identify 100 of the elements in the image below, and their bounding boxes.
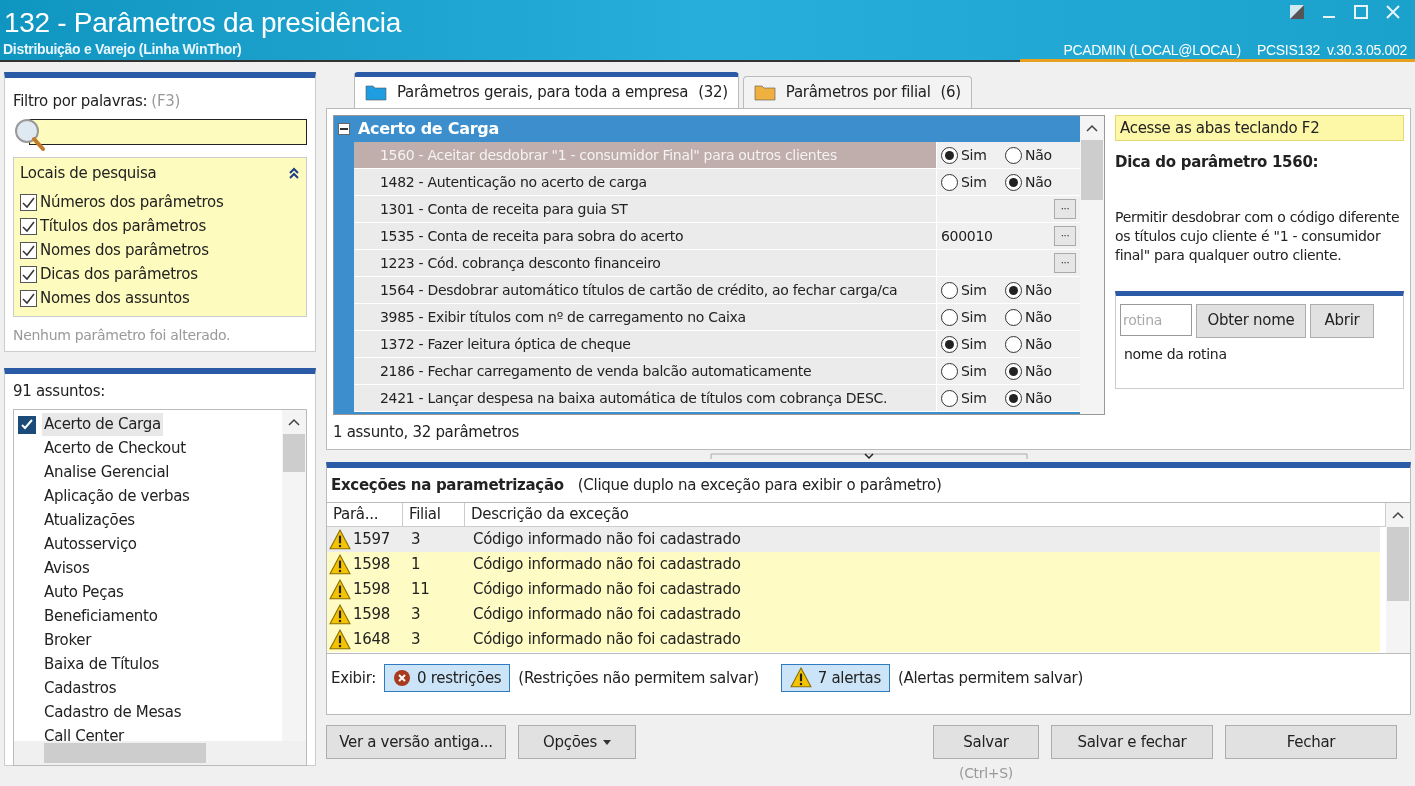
radio-label: Sim: [961, 307, 987, 327]
save-button[interactable]: Salvar: [933, 725, 1039, 759]
lookup-button[interactable]: ···: [1054, 226, 1076, 246]
exception-row[interactable]: 1597 3 Código informado não foi cadastrado: [327, 527, 1380, 552]
radio-button[interactable]: [1005, 362, 1022, 380]
search-field[interactable]: [29, 118, 307, 145]
parameter-row[interactable]: 1560 - Aceitar desdobrar "1 - consumidor Final" para outros clientes Sim Não: [354, 142, 1080, 169]
table-cell-text: 11: [410, 579, 431, 601]
routine-name: nome da rotina: [1123, 344, 1228, 364]
radio-button[interactable]: [941, 173, 958, 191]
radio-button[interactable]: [941, 362, 958, 380]
subject-row[interactable]: Avisos: [18, 556, 94, 581]
subject-row[interactable]: Analise Gerencial: [18, 460, 174, 485]
parameter-row[interactable]: 1564 - Desdobrar automático títulos de cartão de crédito, ao fechar carga/ca Sim Não: [354, 277, 1080, 304]
subject-row[interactable]: Cadastros: [18, 676, 121, 701]
alerts-toggle[interactable]: 7 alertas: [780, 664, 890, 692]
folder-icon: [365, 84, 387, 101]
tab[interactable]: Parâmetros gerais, para toda a empresa (32): [354, 72, 739, 108]
radio-button[interactable]: [941, 335, 958, 353]
exceptions-title: Exceções na parametrização: [331, 474, 564, 496]
parameter-row[interactable]: 1223 - Cód. cobrança desconto financeiro ···: [354, 250, 1080, 277]
exception-row[interactable]: 1598 11 Código informado não foi cadastrado: [327, 577, 1380, 602]
exception-row[interactable]: 1648 3 Código informado não foi cadastrado: [327, 627, 1380, 652]
exception-row[interactable]: 1598 1 Código informado não foi cadastrado: [327, 552, 1380, 577]
radio-button[interactable]: [1005, 308, 1022, 326]
restrictions-toggle[interactable]: 0 restrições: [384, 664, 511, 692]
parameter-title: 1564 - Desdobrar automático títulos de cartão de crédito, ao fechar carga/ca: [379, 280, 899, 300]
shortcut-label: (F3): [151, 91, 181, 112]
subject-label: Baixa de Títulos: [43, 654, 161, 676]
subject-row[interactable]: Auto Peças: [18, 580, 128, 605]
parameter-title: 1301 - Conta de receita para guia ST: [379, 199, 629, 219]
subject-label: Cadastros: [43, 678, 118, 700]
scrollbar-thumb[interactable]: [44, 742, 206, 763]
collapse-icon[interactable]: [288, 166, 300, 179]
lookup-button[interactable]: ···: [1054, 253, 1076, 273]
table-cell-text: 3: [410, 629, 422, 651]
radio-button[interactable]: [1005, 173, 1022, 191]
options-button[interactable]: Opções: [518, 725, 636, 759]
subject-label: Acerto de Carga: [42, 413, 163, 436]
scrollbar[interactable]: [14, 740, 306, 765]
warning-icon: [329, 553, 351, 576]
lookup-button[interactable]: ···: [1054, 199, 1076, 219]
column-header[interactable]: Filial: [403, 503, 465, 526]
subject-row[interactable]: Acerto de Carga: [18, 412, 165, 437]
radio-button[interactable]: [1005, 335, 1022, 353]
subject-row[interactable]: Atualizações: [18, 508, 139, 533]
scrollbar-thumb[interactable]: [1081, 140, 1103, 200]
parameter-row[interactable]: 1372 - Fazer leitura óptica de cheque Sim Não: [354, 331, 1080, 358]
scrollbar[interactable]: [1080, 116, 1104, 414]
subject-row[interactable]: Aplicação de verbas: [18, 484, 194, 509]
radio-button[interactable]: [941, 281, 958, 299]
table-cell-text: Código informado não foi cadastrado: [472, 554, 741, 576]
checkbox[interactable]: [20, 217, 37, 235]
parameter-title: 3985 - Exibir títulos com nº de carregamento no Caixa: [379, 307, 747, 327]
radio-button[interactable]: [941, 146, 958, 164]
maximize-icon[interactable]: [1353, 4, 1369, 20]
routine-field[interactable]: rotina: [1120, 303, 1192, 336]
parameter-row[interactable]: 1482 - Autenticação no acerto de carga Sim Não: [354, 169, 1080, 196]
restore-icon[interactable]: [1289, 4, 1305, 20]
checkbox[interactable]: [20, 193, 37, 211]
scrollbar[interactable]: [282, 409, 306, 741]
scrollbar-thumb[interactable]: [283, 433, 305, 472]
subject-row[interactable]: Baixa de Títulos: [18, 652, 164, 677]
table-cell-text: Código informado não foi cadastrado: [472, 579, 741, 601]
radio-button[interactable]: [941, 308, 958, 326]
radio-button[interactable]: [1005, 281, 1022, 299]
parameter-row[interactable]: 1535 - Conta de receita para sobra do acerto 600010 ···: [354, 223, 1080, 250]
column-header[interactable]: Parâ...: [327, 503, 403, 526]
radio-label: Não: [1025, 307, 1052, 327]
parameter-row[interactable]: 1301 - Conta de receita para guia ST ···: [354, 196, 1080, 223]
open-button[interactable]: Abrir: [1310, 303, 1374, 338]
tab[interactable]: Parâmetros por filial (6): [742, 76, 972, 108]
scrollbar-thumb[interactable]: [1387, 527, 1409, 601]
checkbox[interactable]: [20, 241, 37, 259]
save-close-button[interactable]: Salvar e fechar: [1051, 725, 1213, 759]
parameter-row[interactable]: 2186 - Fechar carregamento de venda balcão automaticamente Sim Não: [354, 358, 1080, 385]
parameter-row[interactable]: 3985 - Exibir títulos com nº de carregamento no Caixa Sim Não: [354, 304, 1080, 331]
subject-label: Acerto de Checkout: [43, 438, 187, 460]
checkbox[interactable]: [20, 265, 37, 283]
exception-row[interactable]: 1598 3 Código informado não foi cadastrado: [327, 602, 1380, 627]
subject-row[interactable]: Cadastro de Mesas: [18, 700, 186, 725]
radio-label: Não: [1025, 334, 1052, 354]
close-button[interactable]: Fechar: [1225, 725, 1397, 759]
parameter-row[interactable]: 2421 - Lançar despesa na baixa automática de títulos com cobrança DESC. Sim Não: [354, 385, 1080, 412]
subject-row[interactable]: Autosserviço: [18, 532, 141, 557]
close-icon[interactable]: [1385, 4, 1401, 20]
old-version-button[interactable]: Ver a versão antiga...: [326, 725, 506, 759]
subject-row[interactable]: Beneficiamento: [18, 604, 162, 629]
collapse-icon[interactable]: [338, 123, 350, 135]
get-name-button[interactable]: Obter nome: [1196, 303, 1306, 338]
checkbox[interactable]: [18, 415, 36, 434]
subject-label: Atualizações: [43, 510, 136, 532]
radio-button[interactable]: [941, 389, 958, 407]
radio-button[interactable]: [1005, 389, 1022, 407]
scrollbar[interactable]: [1386, 503, 1410, 653]
subject-row[interactable]: Broker: [18, 628, 96, 653]
splitter-handle-icon[interactable]: [708, 451, 1029, 461]
subject-row[interactable]: Acerto de Checkout: [18, 436, 190, 461]
checkbox[interactable]: [20, 289, 37, 307]
radio-button[interactable]: [1005, 146, 1022, 164]
